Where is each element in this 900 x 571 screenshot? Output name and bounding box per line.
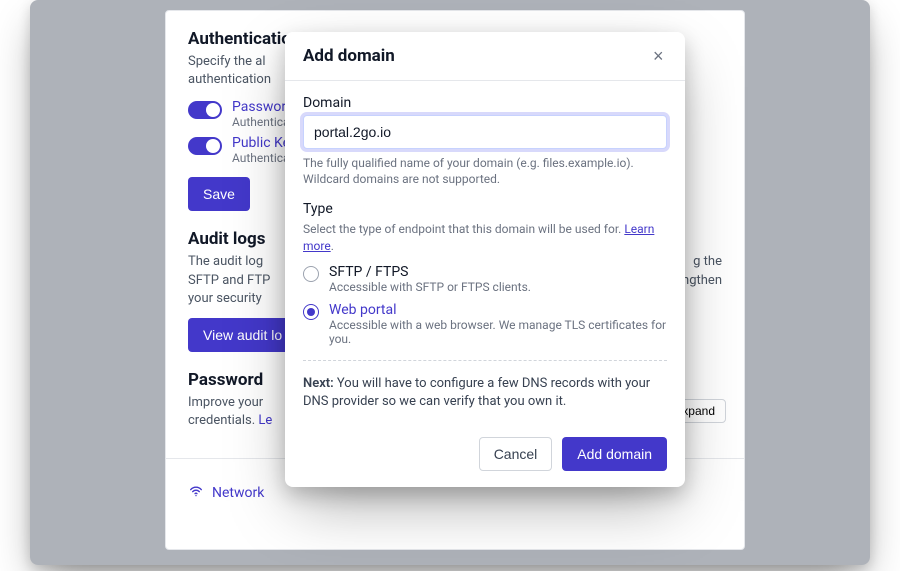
close-icon[interactable]: × (647, 46, 667, 66)
save-button[interactable]: Save (188, 177, 250, 211)
type-label: Type (303, 201, 667, 217)
radio-option-web-portal[interactable]: Web portal Accessible with a web browser… (303, 302, 667, 346)
domain-label: Domain (303, 95, 667, 111)
radio-sub: Accessible with SFTP or FTPS clients. (329, 280, 531, 294)
radio-icon (303, 266, 319, 282)
radio-option-sftp[interactable]: SFTP / FTPS Accessible with SFTP or FTPS… (303, 264, 667, 294)
radio-label: Web portal (329, 302, 667, 318)
network-icon (188, 483, 204, 503)
type-field: Type Select the type of endpoint that th… (303, 201, 667, 345)
toggle-password[interactable] (188, 101, 222, 119)
auth-item-label[interactable]: Public Ke (232, 135, 290, 151)
network-label: Network (212, 485, 264, 501)
auth-item-sub: Authentica (232, 151, 290, 165)
radio-label: SFTP / FTPS (329, 264, 531, 280)
type-desc: Select the type of endpoint that this do… (303, 221, 667, 253)
domain-input[interactable] (303, 115, 667, 149)
modal-title: Add domain (303, 46, 395, 66)
add-domain-modal: Add domain × Domain The fully qualified … (285, 32, 685, 487)
view-audit-log-button[interactable]: View audit lo (188, 318, 297, 352)
add-domain-button[interactable]: Add domain (562, 437, 667, 471)
domain-help: The fully qualified name of your domain … (303, 155, 667, 187)
cancel-button[interactable]: Cancel (479, 437, 553, 471)
radio-sub: Accessible with a web browser. We manage… (329, 318, 667, 346)
audit-desc: The audit log SFTP and FTP your security (188, 253, 270, 308)
radio-icon (303, 304, 319, 320)
next-note: Next: You will have to configure a few D… (303, 375, 667, 411)
toggle-public-key[interactable] (188, 137, 222, 155)
domain-field: Domain The fully qualified name of your … (303, 95, 667, 187)
password-learn-more-link[interactable]: Le (258, 413, 272, 428)
